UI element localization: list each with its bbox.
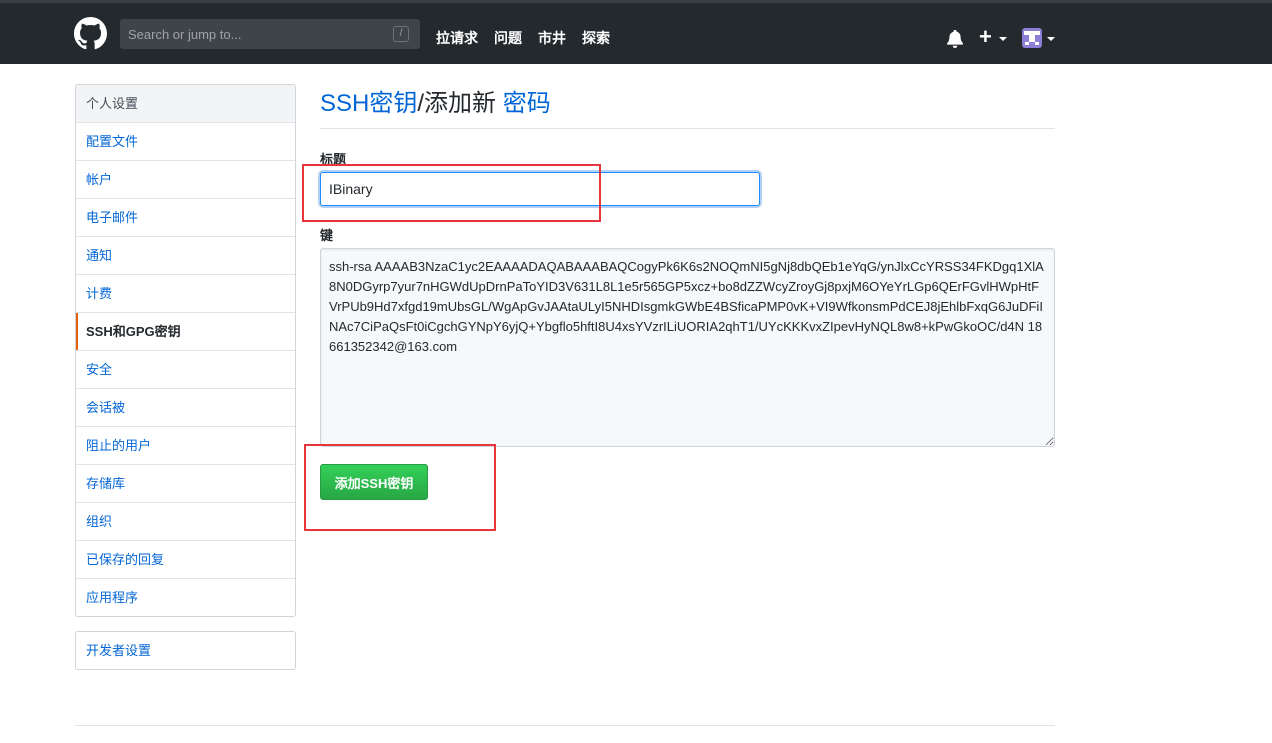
breadcrumb-ssh-keys-link[interactable]: SSH密钥 bbox=[320, 90, 417, 117]
search-box: / bbox=[120, 19, 420, 49]
sidebar-item-account[interactable]: 帐户 bbox=[76, 161, 295, 199]
sidebar-item-saved-replies[interactable]: 已保存的回复 bbox=[76, 541, 295, 579]
sidebar-item-blocked-users[interactable]: 阻止的用户 bbox=[76, 427, 295, 465]
nav-explore[interactable]: 探索 bbox=[582, 28, 610, 48]
page-title: SSH密钥/添加新 密码 bbox=[320, 88, 1055, 129]
sidebar-item-sessions[interactable]: 会话被 bbox=[76, 389, 295, 427]
breadcrumb-current[interactable]: 密码 bbox=[503, 90, 551, 117]
sidebar-item-repositories[interactable]: 存储库 bbox=[76, 465, 295, 503]
sidebar-item-notifications[interactable]: 通知 bbox=[76, 237, 295, 275]
search-input[interactable] bbox=[120, 19, 380, 49]
search-shortcut-hint: / bbox=[393, 26, 409, 42]
sidebar-item-ssh-gpg-keys[interactable]: SSH和GPG密钥 bbox=[76, 313, 295, 351]
sidebar-item-security[interactable]: 安全 bbox=[76, 351, 295, 389]
nav-issues[interactable]: 问题 bbox=[494, 28, 522, 48]
annotation-box-button bbox=[304, 444, 496, 531]
settings-sidebar: 个人设置 配置文件 帐户 电子邮件 通知 计费 SSH和GPG密钥 安全 会话被… bbox=[75, 84, 296, 617]
nav-pull-requests[interactable]: 拉请求 bbox=[436, 28, 478, 48]
sidebar-item-emails[interactable]: 电子邮件 bbox=[76, 199, 295, 237]
sidebar-heading: 个人设置 bbox=[76, 85, 295, 123]
avatar-chevron-down-icon[interactable] bbox=[1047, 37, 1055, 41]
nav-marketplace[interactable]: 市井 bbox=[538, 28, 566, 48]
sidebar-item-developer-settings[interactable]: 开发者设置 bbox=[76, 632, 295, 669]
key-textarea[interactable]: ssh-rsa AAAAB3NzaC1yc2EAAAADAQABAAABAQCo… bbox=[320, 248, 1055, 447]
sidebar-item-profile[interactable]: 配置文件 bbox=[76, 123, 295, 161]
avatar[interactable] bbox=[1022, 28, 1042, 48]
chevron-down-icon[interactable] bbox=[999, 37, 1007, 41]
developer-settings-box: 开发者设置 bbox=[75, 631, 296, 670]
top-header: / 拉请求 问题 市井 探索 + bbox=[0, 0, 1272, 64]
github-logo-icon[interactable] bbox=[74, 17, 107, 50]
annotation-box-title bbox=[302, 164, 601, 222]
footer-divider bbox=[75, 725, 1055, 726]
avatar-pattern-icon bbox=[1024, 31, 1040, 45]
key-label: 键 bbox=[320, 228, 334, 243]
new-plus-icon[interactable]: + bbox=[979, 25, 992, 49]
sidebar-item-applications[interactable]: 应用程序 bbox=[76, 579, 295, 616]
bell-icon[interactable] bbox=[947, 30, 963, 48]
breadcrumb-separator: /添加新 bbox=[417, 90, 497, 117]
sidebar-item-billing[interactable]: 计费 bbox=[76, 275, 295, 313]
sidebar-item-organizations[interactable]: 组织 bbox=[76, 503, 295, 541]
